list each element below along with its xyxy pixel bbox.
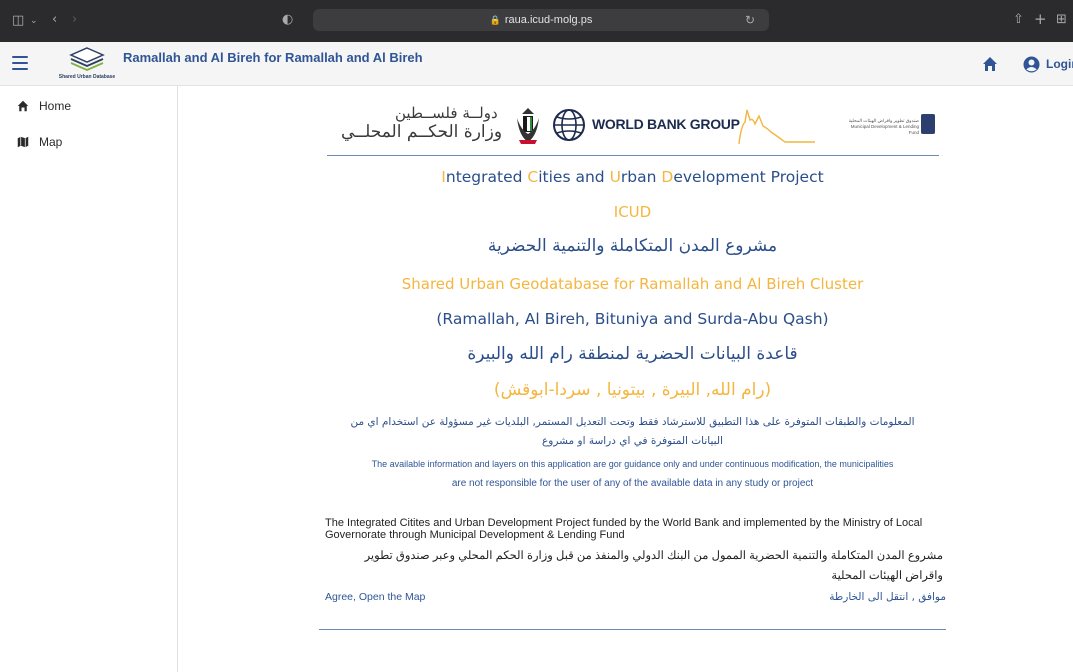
back-icon[interactable]: ‹	[52, 13, 57, 27]
localities-list-arabic: (رام الله, البيرة , بيتونيا , سردا-ابوقش…	[493, 380, 772, 400]
new-tab-icon[interactable]: +	[1034, 12, 1047, 27]
funding-arabic: مشروع المدن المتكاملة والتنمية الحضرية ا…	[364, 550, 943, 582]
map-icon	[17, 136, 29, 148]
sidebar-item-label: Map	[39, 135, 63, 149]
welcome-card: دولــة فلســطين وزارة الحكــم المحلــي W…	[319, 98, 946, 630]
layers-logo-icon	[69, 47, 105, 71]
ministry-logo-text: دولــة فلســطين وزارة الحكــم المحلــي	[335, 104, 505, 148]
funding-statement: The Integrated Citites and Urban Develop…	[325, 517, 943, 586]
geodatabase-title: Shared Urban Geodatabase for Ramallah an…	[401, 275, 864, 293]
login-label: Login	[1046, 57, 1073, 71]
agree-open-map-link-arabic[interactable]: موافق , انتقل الى الخارطة	[829, 591, 946, 603]
forward-icon[interactable]: ›	[72, 13, 77, 27]
disclaimer-english-2: are not responsible for the user of any …	[451, 478, 814, 489]
sidebar-item-label: Home	[39, 99, 72, 113]
app-logo: Shared Urban Database	[57, 46, 117, 82]
project-title: Integrated Cities and Urban Development …	[441, 168, 824, 186]
disclaimer-arabic-2: البيانات المتوفرة في اي دراسة او مشروع	[542, 435, 723, 447]
home-icon	[17, 100, 29, 112]
agree-open-map-link[interactable]: Agree, Open the Map	[325, 591, 425, 603]
ministry-line-2: وزارة الحكــم المحلــي	[341, 122, 503, 142]
palestine-emblem-icon	[517, 108, 539, 144]
logo-text: Shared Urban Database	[58, 74, 116, 80]
disclaimer-arabic-1: المعلومات والطبقات المتوفرة على هذا التط…	[350, 416, 915, 428]
mdlf-logo-text: صندوق تطوير واقراض الهيئات المحلية Munici…	[848, 118, 919, 135]
world-bank-globe-icon	[553, 109, 585, 141]
sidebar-item-home[interactable]: Home	[17, 99, 71, 113]
sidebar-toggle-icon[interactable]: ◫	[12, 14, 24, 28]
disclaimer-english-1: The available information and layers on …	[371, 459, 894, 469]
browser-chrome: ◫ ⌄ ‹ › ◐ 🔒 raua.icud-molg.ps ↻ ⇧ + ⊞	[0, 0, 1073, 42]
ministry-line-1: دولــة فلســطين	[395, 104, 499, 122]
project-title-arabic: مشروع المدن المتكاملة والتنمية الحضرية	[487, 236, 778, 256]
reload-icon[interactable]: ↻	[745, 9, 755, 31]
chevron-down-icon[interactable]: ⌄	[30, 14, 38, 28]
sidebar-item-map[interactable]: Map	[17, 135, 62, 149]
world-bank-wordmark: WORLD BANK GROUP	[592, 116, 740, 132]
shield-icon[interactable]: ◐	[282, 13, 293, 27]
sidebar: Home Map	[0, 86, 178, 672]
geodatabase-title-arabic: قاعدة البيانات الحضرية لمنطقة رام الله و…	[467, 344, 798, 364]
lock-icon: 🔒	[489, 15, 501, 25]
url-text: raua.icud-molg.ps	[504, 14, 593, 26]
share-icon[interactable]: ⇧	[1013, 13, 1024, 27]
mdlf-logo-icon	[921, 114, 935, 134]
project-acronym: ICUD	[613, 203, 652, 221]
user-circle-icon	[1023, 56, 1040, 72]
city-skyline-icon	[738, 109, 815, 145]
login-button[interactable]: Login	[1023, 54, 1073, 74]
menu-icon[interactable]	[12, 56, 28, 70]
partner-logos-banner: دولــة فلســطين وزارة الحكــم المحلــي W…	[327, 100, 939, 156]
divider	[319, 629, 946, 630]
page-title: Ramallah and Al Bireh for Ramallah and A…	[123, 50, 423, 65]
home-icon[interactable]	[982, 56, 998, 72]
address-bar[interactable]: 🔒 raua.icud-molg.ps ↻	[313, 9, 769, 31]
tab-overview-icon[interactable]: ⊞	[1056, 13, 1067, 27]
localities-list: (Ramallah, Al Bireh, Bituniya and Surda-…	[436, 310, 829, 328]
app-header: Shared Urban Database Ramallah and Al Bi…	[0, 42, 1073, 86]
funding-english: The Integrated Citites and Urban Develop…	[325, 517, 923, 541]
